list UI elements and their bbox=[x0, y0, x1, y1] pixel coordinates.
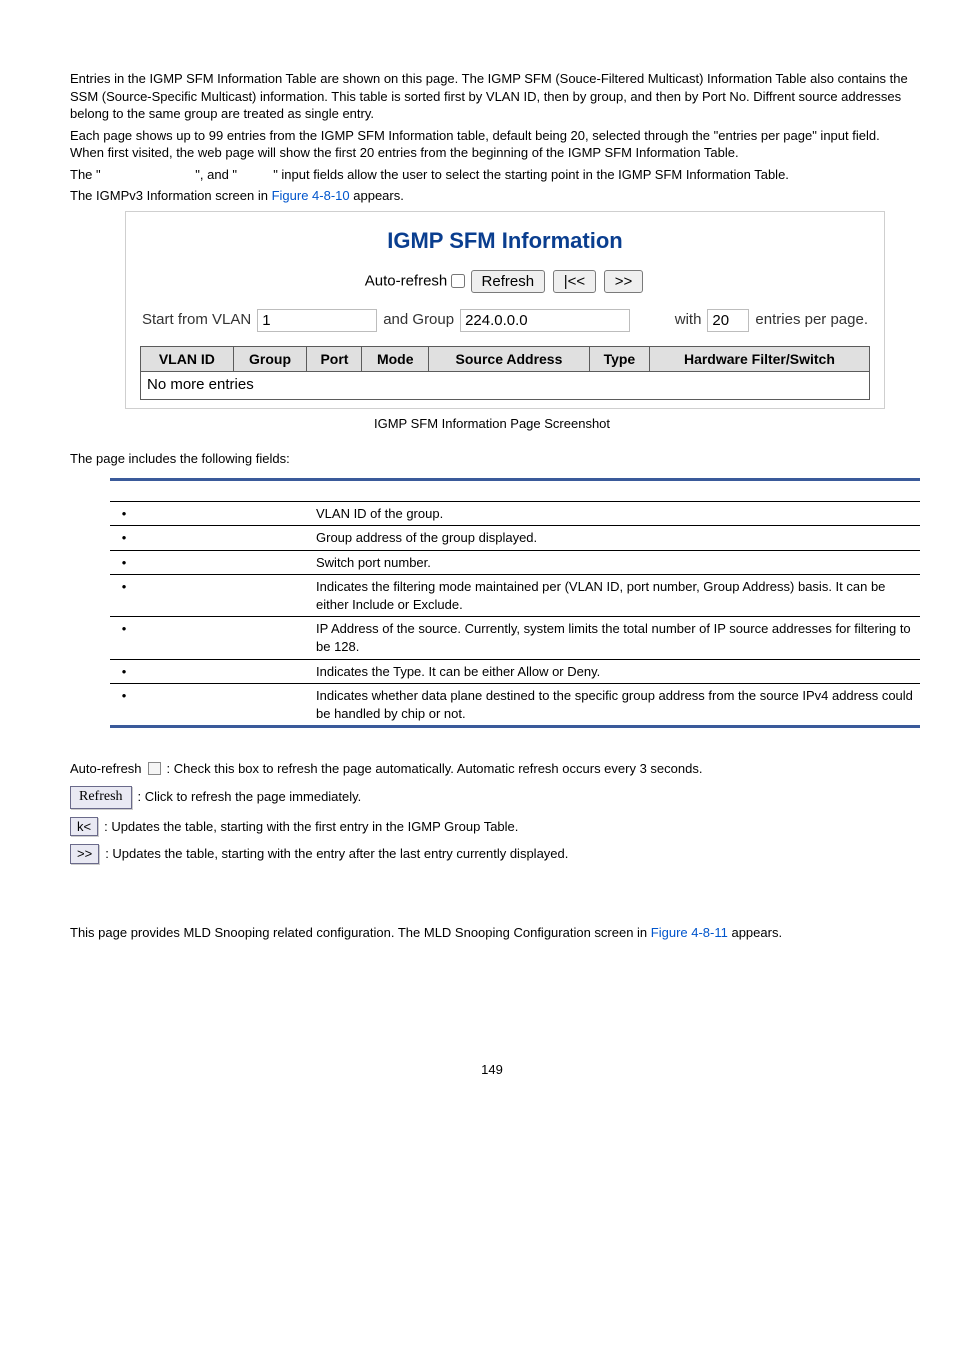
fields-row: •Group address of the group displayed. bbox=[110, 526, 920, 551]
col-group: Group bbox=[233, 346, 307, 372]
table-empty-row: No more entries bbox=[141, 372, 870, 399]
refresh-button-icon: Refresh bbox=[70, 786, 132, 809]
sfm-data-table: VLAN ID Group Port Mode Source Address T… bbox=[140, 346, 870, 400]
filter-row: Start from VLAN and Group with entries p… bbox=[142, 309, 868, 332]
group-address-input[interactable] bbox=[460, 309, 630, 332]
fields-row: •Switch port number. bbox=[110, 550, 920, 575]
igmp-sfm-figure: IGMP SFM Information Auto-refresh Refres… bbox=[125, 211, 885, 409]
intro-para-4: The IGMPv3 Information screen in Figure … bbox=[70, 187, 914, 205]
next-page-button[interactable]: >> bbox=[604, 270, 644, 293]
auto-refresh-label: Auto-refresh bbox=[365, 272, 448, 289]
fields-row: •IP Address of the source. Currently, sy… bbox=[110, 617, 920, 659]
next-page-desc: : Updates the table, starting with the e… bbox=[105, 845, 568, 863]
entries-suffix-label: entries per page. bbox=[755, 310, 868, 330]
first-page-button[interactable]: |<< bbox=[553, 270, 596, 293]
figure-link-4-8-11[interactable]: Figure 4-8-11 bbox=[651, 925, 728, 940]
figure-toolbar: Auto-refresh Refresh |<< >> bbox=[140, 270, 870, 293]
first-page-button-icon: k< bbox=[70, 817, 98, 837]
checkbox-icon bbox=[148, 762, 161, 775]
figure-link-4-8-10[interactable]: Figure 4-8-10 bbox=[272, 188, 350, 203]
auto-refresh-checkbox[interactable] bbox=[451, 274, 465, 288]
col-src-addr: Source Address bbox=[429, 346, 590, 372]
intro-para-1: Entries in the IGMP SFM Information Tabl… bbox=[70, 70, 914, 123]
refresh-desc: : Click to refresh the page immediately. bbox=[138, 788, 362, 806]
and-group-label: and Group bbox=[383, 310, 454, 330]
auto-refresh-desc: : Check this box to refresh the page aut… bbox=[167, 760, 703, 778]
col-mode: Mode bbox=[362, 346, 429, 372]
next-page-button-icon: >> bbox=[70, 844, 99, 864]
no-more-entries: No more entries bbox=[141, 372, 870, 399]
refresh-button[interactable]: Refresh bbox=[471, 270, 546, 293]
col-vlan-id: VLAN ID bbox=[141, 346, 234, 372]
intro-para-3: The "Start from VLAN", and "Group" input… bbox=[70, 166, 914, 184]
with-label: with bbox=[675, 310, 702, 330]
buttons-description: Auto-refresh : Check this box to refresh… bbox=[70, 760, 914, 864]
auto-refresh-prefix: Auto-refresh bbox=[70, 760, 142, 778]
table-header-row: VLAN ID Group Port Mode Source Address T… bbox=[141, 346, 870, 372]
fields-row: •Indicates the filtering mode maintained… bbox=[110, 575, 920, 617]
fields-lead: The page includes the following fields: bbox=[70, 450, 914, 468]
entries-per-page-input[interactable] bbox=[707, 309, 749, 332]
start-from-vlan-label: Start from VLAN bbox=[142, 310, 251, 330]
fields-table: •VLAN ID of the group. •Group address of… bbox=[110, 478, 920, 728]
fields-header-row bbox=[110, 479, 920, 501]
col-type: Type bbox=[589, 346, 649, 372]
intro-para-2: Each page shows up to 99 entries from th… bbox=[70, 127, 914, 162]
fields-row: •Indicates whether data plane destined t… bbox=[110, 684, 920, 727]
fields-row: •VLAN ID of the group. bbox=[110, 501, 920, 526]
col-hw-filter: Hardware Filter/Switch bbox=[649, 346, 869, 372]
figure-title: IGMP SFM Information bbox=[140, 226, 870, 256]
page-number: 149 bbox=[70, 1061, 914, 1079]
footer-paragraph: This page provides MLD Snooping related … bbox=[70, 924, 914, 942]
col-port: Port bbox=[307, 346, 362, 372]
first-page-desc: : Updates the table, starting with the f… bbox=[104, 818, 518, 836]
start-vlan-input[interactable] bbox=[257, 309, 377, 332]
figure-caption: IGMP SFM Information Page Screenshot bbox=[70, 415, 914, 433]
fields-row: •Indicates the Type. It can be either Al… bbox=[110, 659, 920, 684]
